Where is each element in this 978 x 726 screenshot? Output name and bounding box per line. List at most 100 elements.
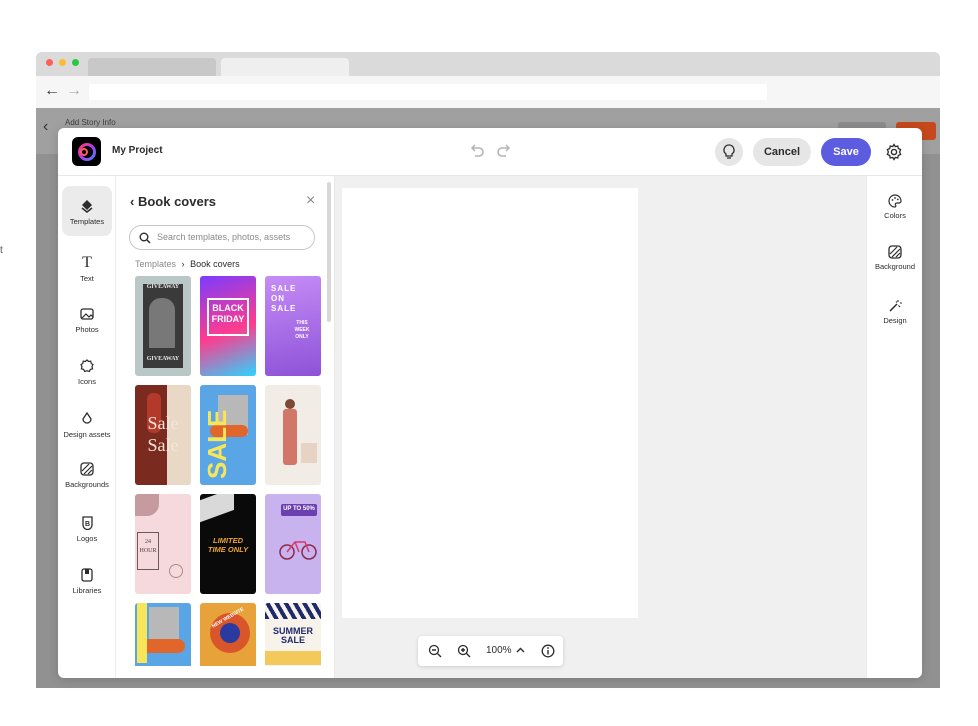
panel-title-text: Book covers [137,194,216,209]
template-thumbnail[interactable] [135,603,191,666]
minimize-dot[interactable] [59,59,66,66]
panel-title[interactable]: ‹ Book covers [130,194,216,209]
browser-navbar: ← → [36,76,940,108]
text-icon: T [82,253,92,271]
rail-label: Libraries [72,585,102,595]
template-grid: GIVEAWAY GIVEAWAY BLACK FRIDAY SALE ON S… [135,276,321,666]
app-logo-icon [72,137,101,166]
close-icon[interactable]: × [306,193,315,209]
template-thumbnail[interactable] [265,385,321,485]
thumbnail-text: Sale [147,435,179,455]
redo-icon[interactable] [495,142,513,164]
breadcrumb: Templates › Book covers [135,259,240,269]
panel-scrollbar[interactable] [327,182,331,322]
template-thumbnail[interactable]: NEW WEBSITE [200,603,256,666]
project-name[interactable]: My Project [112,145,163,156]
thumbnail-text: 24 HOUR [139,539,157,554]
gear-icon[interactable] [884,142,904,162]
rail-item-libraries[interactable]: Libraries [62,555,112,605]
editor-modal: My Project Cancel Save Templates T Text … [58,128,922,678]
background-title: Add Story Info [65,118,116,127]
browser-tab-active[interactable] [221,58,349,76]
template-thumbnail[interactable]: SALE ON SALE THIS WEEK ONLY [265,276,321,376]
rail-label: Photos [75,324,99,334]
browser-tab[interactable] [88,58,216,76]
rail-item-text[interactable]: T Text [62,243,112,293]
save-button[interactable]: Save [821,138,871,166]
colors-icon [888,194,902,208]
thumbnail-text: SALE ON SALE [271,284,297,313]
rail-label: Design [883,316,907,325]
back-arrow-icon[interactable]: ← [44,81,60,101]
template-thumbnail[interactable]: GIVEAWAY GIVEAWAY [135,276,191,376]
template-thumbnail[interactable]: Sale Sale [135,385,191,485]
backgrounds-icon [80,460,94,478]
svg-text:B: B [84,521,89,528]
editor-topbar: My Project Cancel Save [58,128,922,176]
artboard[interactable] [342,188,638,618]
close-dot[interactable] [46,59,53,66]
rail-item-design[interactable]: Design [867,299,922,335]
forward-arrow-icon[interactable]: → [66,81,82,101]
right-rail: Colors Background Design [866,176,922,678]
templates-panel: ‹ Book covers × Search templates, photos… [116,176,335,678]
thumbnail-text: UP TO 50% [283,506,315,512]
zoom-toolbar: 100% [418,636,563,666]
rail-label: Icons [78,376,96,386]
rail-label: Design assets [63,429,111,439]
thumbnail-text: BLACK FRIDAY [211,303,245,324]
breadcrumb-root[interactable]: Templates [135,259,176,269]
rail-item-design-assets[interactable]: Design assets [62,399,112,449]
template-thumbnail[interactable]: UP TO 50% [265,494,321,594]
thumbnail-text: SUMMER SALE [273,626,313,645]
thumbnail-subtext: THIS WEEK ONLY [294,320,310,340]
rail-label: Colors [884,211,906,220]
maximize-dot[interactable] [72,59,79,66]
thumbnail-text: SALE [202,409,232,479]
background-back-icon: ‹ [43,118,49,135]
search-input[interactable]: Search templates, photos, assets [129,225,315,250]
template-thumbnail[interactable]: LIMITED TIME ONLY [200,494,256,594]
rail-item-backgrounds[interactable]: Backgrounds [62,449,112,499]
rail-label: Text [80,273,94,283]
templates-icon [80,197,94,215]
lightbulb-icon[interactable] [715,138,743,166]
info-icon[interactable] [541,644,555,658]
rail-item-background[interactable]: Background [867,245,922,281]
chevron-up-icon[interactable] [516,647,525,653]
search-placeholder: Search templates, photos, assets [157,232,291,242]
template-thumbnail[interactable]: BLACK FRIDAY [200,276,256,376]
undo-icon[interactable] [468,142,486,164]
template-thumbnail[interactable]: 24 HOUR [135,494,191,594]
rail-label: Logos [76,533,98,543]
left-rail: Templates T Text Photos Icons Design ass… [58,176,116,678]
thumbnail-text: GIVEAWAY [146,284,180,290]
rail-item-logos[interactable]: B Logos [62,503,112,553]
rail-label: Background [874,262,916,271]
rail-label: Templates [69,216,105,226]
page-edge-mark: t [0,245,3,256]
background-icon [888,245,902,259]
thumbnail-text: Sale [147,413,179,433]
breadcrumb-current: Book covers [190,259,240,269]
url-bar[interactable] [89,84,767,100]
rail-item-colors[interactable]: Colors [867,194,922,230]
cancel-button[interactable]: Cancel [753,138,811,166]
logos-icon: B [81,514,94,532]
rail-item-photos[interactable]: Photos [62,294,112,344]
browser-tabbar [36,52,940,76]
search-icon [139,232,151,244]
rail-item-icons[interactable]: Icons [62,346,112,396]
zoom-in-icon[interactable] [457,644,471,658]
template-thumbnail[interactable]: SUMMER SALE [265,603,321,666]
thumbnail-text: LIMITED TIME ONLY [207,536,249,554]
design-assets-icon [80,410,94,428]
canvas-area: 100% [335,176,866,678]
rail-item-templates[interactable]: Templates [62,186,112,236]
template-thumbnail[interactable]: SALE [200,385,256,485]
zoom-level[interactable]: 100% [486,645,512,656]
magic-wand-icon [889,300,902,312]
chevron-right-icon: › [181,259,185,269]
zoom-out-icon[interactable] [428,644,442,658]
libraries-icon [81,566,93,584]
